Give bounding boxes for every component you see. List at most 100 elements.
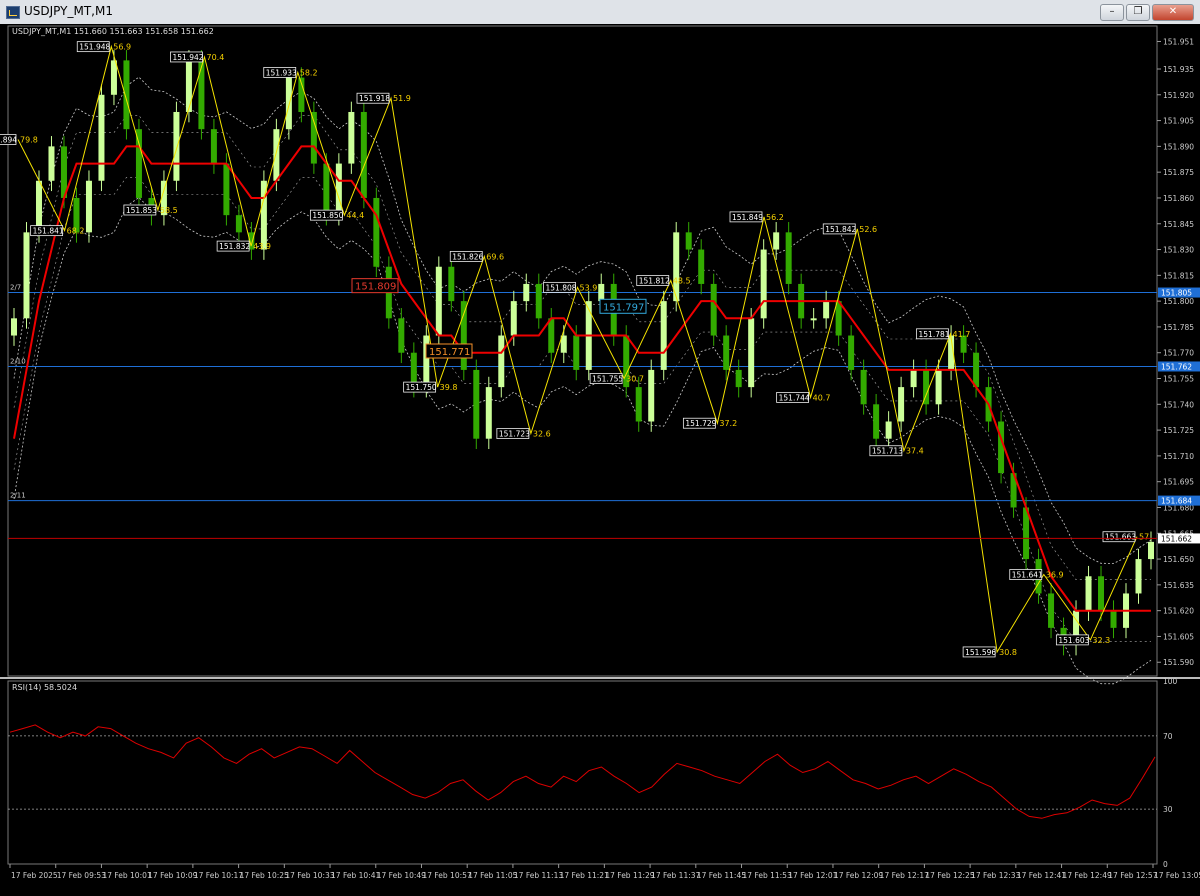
y-tick-label: 151.830 (1163, 246, 1194, 255)
candle-body (723, 335, 730, 370)
candle-body (898, 387, 905, 422)
main-plot-border (7, 25, 1158, 677)
x-tick-label: 17 Feb 11:21 (560, 871, 609, 880)
chart-canvas[interactable]: USDJPY_MT,M1 151.660 151.663 151.658 151… (0, 24, 1200, 892)
level-price-label: 151.805 (1161, 289, 1192, 298)
x-tick-label: 17 Feb 10:49 (377, 871, 426, 880)
zigzag-percent-label: 69.6 (486, 252, 504, 261)
band-upper (13, 76, 1152, 564)
candle-body (873, 404, 880, 439)
candle-body (835, 301, 842, 336)
candle-body (823, 301, 830, 319)
y-tick-label: 151.860 (1163, 194, 1194, 203)
y-tick-label: 151.710 (1163, 452, 1194, 461)
candle-body (423, 335, 430, 388)
x-tick-label: 17 Feb 12:33 (971, 871, 1020, 880)
candle-body (710, 283, 717, 336)
x-tick-label: 17 Feb 11:05 (468, 871, 517, 880)
candle-body (98, 94, 105, 181)
x-tick-label: 17 Feb 12:17 (880, 871, 929, 880)
zigzag-price-label: 151.942 (173, 53, 204, 62)
candle-body (1148, 541, 1154, 560)
rsi-panel[interactable]: RSI(14) 58.5024 100 70 30 0 (7, 677, 1178, 869)
y-tick-label: 151.605 (1163, 632, 1194, 641)
candle-body (573, 335, 580, 370)
x-tick-label: 17 Feb 12:25 (925, 871, 974, 880)
zigzag-price-label: 151.826 (452, 252, 483, 261)
zigzag-price-label: 151.723 (499, 430, 530, 439)
candle-body (11, 318, 17, 336)
zigzag-percent-label: 70.4 (207, 53, 225, 62)
close-button[interactable]: ✕ (1152, 4, 1194, 21)
candle-body (173, 111, 180, 181)
rsi-tick-label: 70 (1163, 732, 1173, 741)
zigzag-price-label: 151.641 (1012, 571, 1043, 580)
candle-body (285, 77, 292, 130)
candle-body (460, 301, 467, 370)
y-tick-label: 151.725 (1163, 426, 1194, 435)
candle-body (810, 318, 817, 321)
x-tick-label: 17 Feb 11:13 (514, 871, 563, 880)
signal-price-label: 151.771 (429, 347, 470, 358)
zigzag-price-label: 151.918 (359, 94, 390, 103)
candle-body (185, 60, 192, 112)
zigzag-price-label: 151.850 (312, 211, 343, 220)
candle-body (1048, 593, 1055, 628)
zigzag-price-label: 151.894 (0, 135, 17, 144)
candle-body (698, 249, 705, 284)
zigzag-percent-label: 40.7 (813, 393, 831, 402)
zigzag-percent-label: 51.9 (393, 94, 411, 103)
zigzag-percent-label: 37.4 (906, 447, 924, 456)
zigzag-percent-label: 41.7 (953, 330, 971, 339)
zigzag-percent-label: 58.5 (160, 206, 178, 215)
title-bar: USDJPY_MT,M1 – ❐ ✕ (0, 0, 1200, 25)
candle-body (510, 301, 517, 336)
y-tick-label: 151.785 (1163, 323, 1194, 332)
candle-body (748, 318, 755, 388)
candle-body (435, 266, 442, 336)
level-date-label: 2/10 (10, 357, 26, 365)
x-tick-label: 17 Feb 09:53 (57, 871, 106, 880)
y-tick-label: 151.890 (1163, 142, 1194, 151)
zigzag-price-label: 151.781 (919, 330, 950, 339)
zigzag-price-label: 151.933 (266, 68, 297, 77)
candle-body (448, 266, 455, 302)
zigzag-price-label: 151.832 (219, 242, 250, 251)
y-tick-label: 151.920 (1163, 91, 1194, 100)
candle-body (535, 283, 542, 319)
restore-button[interactable]: ❐ (1126, 4, 1150, 21)
chart-frame[interactable]: USDJPY_MT,M1 151.660 151.663 151.658 151… (0, 24, 1200, 892)
minimize-button[interactable]: – (1100, 4, 1124, 21)
candle-body (198, 60, 205, 130)
x-tick-label: 17 Feb 13:05 (1154, 871, 1200, 880)
candle-body (360, 111, 367, 198)
y-tick-label: 151.845 (1163, 220, 1194, 229)
price-chart[interactable]: USDJPY_MT,M1 151.660 151.663 151.658 151… (0, 25, 1200, 685)
x-tick-label: 17 Feb 11:45 (697, 871, 746, 880)
zigzag-percent-label: 44.4 (346, 211, 364, 220)
candle-body (398, 318, 405, 353)
signal-price-label: 151.809 (355, 282, 396, 293)
rsi-header: RSI(14) 58.5024 (12, 683, 77, 692)
x-tick-label: 17 Feb 12:09 (834, 871, 883, 880)
x-tick-label: 17 Feb 10:33 (285, 871, 334, 880)
rsi-tick-label: 100 (1163, 677, 1178, 686)
zigzag-percent-label: 56.2 (766, 213, 784, 222)
x-tick-label: 17 Feb 10:01 (102, 871, 151, 880)
zigzag-percent-label: 68.2 (67, 227, 85, 236)
time-axis: 17 Feb 2025 17 Feb 09:5317 Feb 10:0117 Fe… (9, 864, 1200, 880)
candle-body (273, 129, 280, 181)
zigzag-percent-label: 37.2 (719, 419, 737, 428)
candle-body (973, 352, 980, 388)
candle-body (110, 60, 117, 95)
candle-body (35, 180, 42, 233)
zigzag-percent-label: 32.3 (1092, 636, 1110, 645)
band-lower-inner (13, 177, 1151, 642)
candle-body (910, 369, 917, 388)
candle-body (735, 369, 742, 388)
candle-body (123, 60, 130, 130)
y-tick-label: 151.620 (1163, 607, 1194, 616)
x-tick-label: 17 Feb 12:57 (1108, 871, 1157, 880)
level-price-label: 151.684 (1161, 497, 1192, 506)
candle-body (223, 163, 230, 216)
